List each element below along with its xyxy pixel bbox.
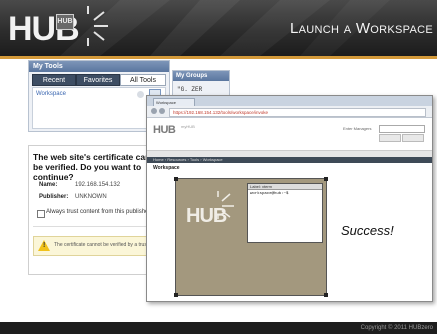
copyright-text: Copyright © 2011 HUBzero: [360, 325, 433, 331]
my-groups-title: My Groups: [173, 71, 229, 81]
browser-window: Workspace https://192.168.154.132/tools/…: [146, 95, 433, 302]
resize-handle[interactable]: [324, 177, 328, 181]
workspace-tool-link[interactable]: Workspace: [36, 91, 66, 97]
login-button[interactable]: [379, 134, 401, 142]
resize-handle[interactable]: [174, 293, 178, 297]
slide-header: HUB HUB Launch a Workspace: [0, 0, 437, 56]
workspace-logo-rays-icon: [217, 191, 234, 219]
success-label: Success!: [341, 223, 394, 238]
group-item[interactable]: "G. ZER: [177, 86, 202, 93]
favorite-icon[interactable]: [137, 91, 144, 98]
tab-favorites[interactable]: Favorites: [76, 74, 120, 86]
workspace-session[interactable]: HUB Label: xterm workspace@hub:~$: [174, 177, 328, 297]
page-title: Workspace: [153, 165, 180, 171]
login-text: Enter Managers: [343, 126, 372, 131]
site-logo-sub: myHUB: [181, 124, 195, 129]
site-logo[interactable]: HUB: [153, 124, 176, 136]
slide-footer: Copyright © 2011 HUBzero: [0, 322, 437, 334]
always-trust-checkbox[interactable]: [37, 210, 45, 218]
cert-publisher-value: UNKNOWN: [75, 194, 107, 200]
resize-handle[interactable]: [174, 177, 178, 181]
breadcrumb-bar: Home › Resources › Tools › Workspace: [147, 157, 432, 163]
cert-publisher-label: Publisher:: [39, 194, 69, 200]
xterm-window[interactable]: Label: xterm workspace@hub:~$: [247, 183, 323, 243]
breadcrumb[interactable]: Home › Resources › Tools › Workspace: [153, 157, 223, 163]
my-tools-title: My Tools: [29, 61, 169, 72]
slide-title: Launch a Workspace: [290, 20, 433, 37]
hub-logo-badge: HUB: [56, 14, 74, 30]
address-text: https://192.168.154.132/tools/workspace/…: [173, 110, 269, 115]
back-icon[interactable]: [151, 108, 157, 114]
cert-name-label: Name:: [39, 182, 58, 188]
browser-tab-strip: Workspace: [147, 96, 432, 106]
address-bar[interactable]: https://192.168.154.132/tools/workspace/…: [169, 108, 426, 117]
site-header: HUB myHUB Enter Managers: [147, 118, 432, 150]
resize-handle[interactable]: [324, 293, 328, 297]
xterm-title-bar[interactable]: Label: xterm: [248, 184, 322, 190]
site-search-input[interactable]: [379, 125, 425, 133]
always-trust-label: Always trust content from this publisher…: [46, 209, 152, 215]
browser-nav-bar: https://192.168.154.132/tools/workspace/…: [147, 106, 432, 118]
cert-name-value: 192.168.154.132: [75, 182, 121, 188]
browser-tab[interactable]: Workspace: [153, 98, 195, 106]
header-accent-line: [0, 56, 437, 59]
xterm-prompt: workspace@hub:~$: [250, 192, 289, 196]
register-button[interactable]: [402, 134, 424, 142]
tab-all-tools[interactable]: All Tools: [120, 74, 166, 86]
forward-icon[interactable]: [159, 108, 165, 114]
warning-mark: !: [43, 242, 46, 249]
tab-recent[interactable]: Recent: [32, 74, 76, 86]
